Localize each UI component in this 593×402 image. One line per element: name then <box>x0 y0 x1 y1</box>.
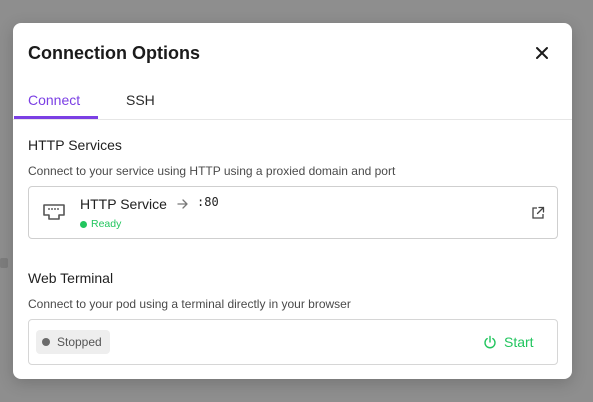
tab-bar: Connect SSH <box>13 85 572 120</box>
power-icon <box>484 335 496 349</box>
stopped-status-dot <box>42 338 50 346</box>
active-tab-indicator <box>14 116 98 119</box>
dialog-title: Connection Options <box>28 43 200 63</box>
close-button[interactable] <box>529 40 555 66</box>
service-status: Ready <box>91 218 122 230</box>
tab-connect[interactable]: Connect <box>28 92 80 108</box>
terminal-status: Stopped <box>57 335 102 349</box>
http-service-card: HTTP Service :80 Ready <box>28 186 558 239</box>
service-port: :80 <box>197 195 219 209</box>
close-icon <box>536 47 548 59</box>
service-name: HTTP Service <box>80 196 167 212</box>
connection-options-dialog: Connection Options Connect SSH HTTP Serv… <box>13 23 572 379</box>
start-label: Start <box>504 334 534 350</box>
start-terminal-button[interactable]: Start <box>483 332 534 352</box>
external-link-icon[interactable] <box>531 206 545 220</box>
arrow-right-icon <box>177 199 188 209</box>
ready-status-dot <box>80 221 87 228</box>
web-terminal-card: Stopped Start <box>28 319 558 365</box>
web-terminal-title: Web Terminal <box>28 270 114 286</box>
terminal-status-badge: Stopped <box>36 330 110 354</box>
http-services-title: HTTP Services <box>28 137 122 153</box>
http-services-description: Connect to your service using HTTP using… <box>28 164 396 178</box>
ethernet-port-icon <box>43 204 65 220</box>
web-terminal-description: Connect to your pod using a terminal dir… <box>28 297 351 311</box>
tab-ssh[interactable]: SSH <box>126 92 155 108</box>
background-content <box>0 258 8 268</box>
